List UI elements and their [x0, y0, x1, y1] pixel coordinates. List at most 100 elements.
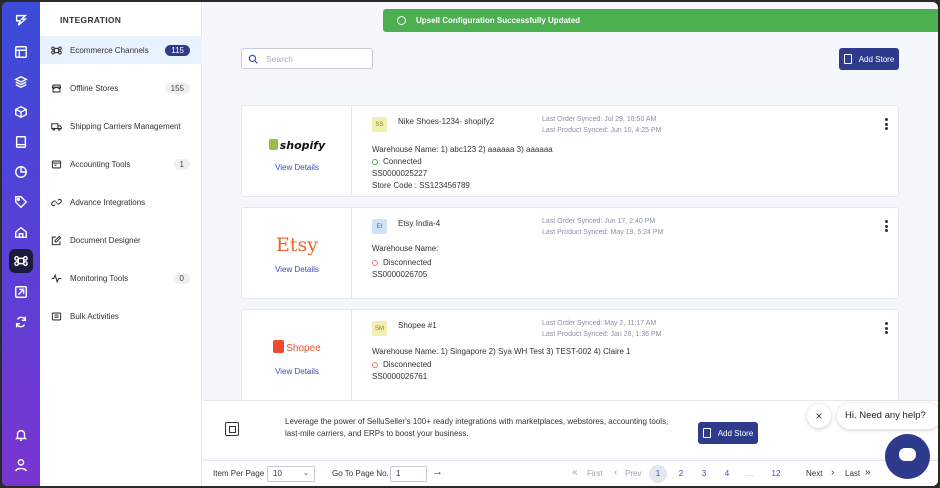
- connection-status: Connected: [372, 157, 422, 166]
- add-store-button[interactable]: Add Store: [839, 48, 899, 70]
- last-product-synced: Last Product Synced: May 19, 5:24 PM: [542, 229, 664, 236]
- document-icon: [702, 428, 711, 438]
- home-icon[interactable]: [9, 220, 33, 244]
- sidebar-item-accounting-tools[interactable]: Accounting Tools 1: [40, 150, 202, 178]
- store-card: Etsy View Details EI Etsy India-4 Last O…: [241, 207, 899, 299]
- tag-icon[interactable]: [9, 190, 33, 214]
- store-avatar: EI: [372, 219, 387, 234]
- dashboard-icon[interactable]: [9, 40, 33, 64]
- first-page-button[interactable]: First: [587, 469, 603, 478]
- logo-cell: shopify View Details: [242, 106, 352, 196]
- prev-page-icon[interactable]: ‹: [614, 467, 617, 478]
- store-name: Shopee #1: [398, 321, 437, 330]
- logo-cell: Etsy View Details: [242, 208, 352, 298]
- last-page-icon[interactable]: »: [865, 467, 871, 478]
- app-window: INTEGRATION Ecommerce Channels 115 Offli…: [2, 2, 938, 486]
- search-input[interactable]: [266, 53, 366, 64]
- more-options-icon[interactable]: [885, 220, 888, 234]
- etsy-logo: Etsy: [276, 234, 318, 256]
- page-number[interactable]: 12: [767, 465, 785, 483]
- count-badge: 115: [165, 44, 190, 56]
- status-dot-icon: [372, 361, 378, 368]
- store-avatar: SM: [372, 321, 387, 336]
- more-options-icon[interactable]: [885, 118, 888, 132]
- chat-close-button[interactable]: ×: [807, 404, 831, 428]
- banner-add-store-button[interactable]: Add Store: [698, 422, 758, 444]
- success-toast: Upsell Configuration Successfully Update…: [383, 9, 938, 32]
- sidebar-item-label: Accounting Tools: [70, 159, 131, 169]
- last-page-button[interactable]: Last: [845, 469, 860, 478]
- app-logo-icon[interactable]: [9, 8, 33, 32]
- store-card: Shopee View Details SM Shopee #1 Last Or…: [241, 309, 899, 401]
- store-id: SS0000025227: [372, 169, 428, 178]
- status-text: Connected: [383, 157, 422, 166]
- page-number[interactable]: 2: [672, 465, 690, 483]
- sidebar-item-document-designer[interactable]: Document Designer: [40, 226, 202, 254]
- view-details-link[interactable]: View Details: [242, 163, 352, 172]
- pagination-bar: Item Per Page 10 ⌄ Go To Page No. 1 → « F…: [203, 460, 938, 486]
- banner-text: Leverage the power of SelluSeller's 100+…: [285, 417, 669, 438]
- box-icon[interactable]: [9, 100, 33, 124]
- accounting-icon: [51, 160, 62, 168]
- banner-add-store-label: Add Store: [717, 428, 754, 438]
- chat-greeting[interactable]: Hi. Need any help?: [837, 403, 938, 429]
- sync-icon[interactable]: [9, 310, 33, 334]
- bell-icon[interactable]: [9, 423, 33, 447]
- command-icon: [51, 46, 62, 54]
- next-page-button[interactable]: Next: [806, 469, 822, 478]
- integration-command-icon[interactable]: [9, 249, 33, 273]
- pie-chart-icon[interactable]: [9, 160, 33, 184]
- shopee-logo: Shopee: [242, 340, 352, 354]
- search-box[interactable]: [241, 48, 373, 69]
- shopify-logo: shopify: [242, 139, 352, 152]
- view-details-link[interactable]: View Details: [242, 367, 352, 376]
- go-to-page-input[interactable]: 1: [390, 466, 427, 482]
- sidebar-item-label: Ecommerce Channels: [70, 45, 149, 55]
- chat-launcher-icon[interactable]: [885, 434, 930, 479]
- add-store-label: Add Store: [858, 54, 895, 64]
- check-circle-icon: [397, 16, 406, 25]
- go-arrow-icon[interactable]: →: [432, 466, 443, 478]
- more-options-icon[interactable]: [885, 322, 888, 336]
- sidebar-item-label: Monitoring Tools: [70, 273, 129, 283]
- export-icon[interactable]: [9, 280, 33, 304]
- store-card: shopify View Details SS Nike Shoes-1234-…: [241, 105, 899, 197]
- view-details-link[interactable]: View Details: [242, 265, 352, 274]
- book-icon[interactable]: [9, 130, 33, 154]
- layers-icon[interactable]: [9, 70, 33, 94]
- status-dot-icon: [372, 158, 378, 165]
- sidebar-item-ecommerce-channels[interactable]: Ecommerce Channels 115: [40, 36, 202, 64]
- next-page-icon[interactable]: ›: [831, 467, 834, 478]
- shopee-logo-text: Shopee: [286, 343, 321, 354]
- main-content: Upsell Configuration Successfully Update…: [203, 2, 938, 486]
- last-product-synced: Last Product Synced: Jan 26, 1:36 PM: [542, 331, 662, 338]
- store-name: Etsy India-4: [398, 219, 441, 228]
- store-code: Store Code : SS123456789: [372, 181, 470, 190]
- sidebar-item-advance-integrations[interactable]: Advance Integrations: [40, 188, 202, 216]
- store-avatar: SS: [372, 117, 387, 132]
- link-icon: [51, 198, 62, 206]
- page-number[interactable]: 3: [695, 465, 713, 483]
- sidebar-item-shipping-carriers[interactable]: Shipping Carriers Management: [40, 112, 202, 140]
- sidebar-item-offline-stores[interactable]: Offline Stores 155: [40, 74, 202, 102]
- sidebar-item-monitoring-tools[interactable]: Monitoring Tools 0: [40, 264, 202, 292]
- warehouse-name: Warehouse Name: 1) abc123 2) aaaaaa 3) a…: [372, 145, 553, 154]
- items-per-page-select[interactable]: 10 ⌄: [267, 466, 315, 482]
- sidebar-item-label: Offline Stores: [70, 83, 119, 93]
- pulse-icon: [51, 273, 62, 283]
- user-icon[interactable]: [9, 453, 33, 477]
- store-id: SS0000026705: [372, 270, 428, 279]
- sidebar-item-bulk-activities[interactable]: Bulk Activities: [40, 302, 202, 330]
- store-icon: [51, 84, 62, 92]
- store-list: shopify View Details SS Nike Shoes-1234-…: [241, 105, 899, 401]
- page-number[interactable]: 4: [718, 465, 736, 483]
- first-page-icon[interactable]: «: [572, 467, 578, 478]
- sidebar-item-label: Shipping Carriers Management: [70, 121, 181, 131]
- page-number-current[interactable]: 1: [649, 465, 667, 483]
- prev-page-button[interactable]: Prev: [625, 469, 641, 478]
- bulk-icon: [51, 312, 62, 320]
- sidebar-item-label: Bulk Activities: [70, 311, 119, 321]
- warehouse-name: Warehouse Name: 1) Singapore 2) Sya WH T…: [372, 347, 631, 356]
- sidebar-title: INTEGRATION: [60, 15, 122, 25]
- last-order-synced: Last Order Synced: Jun 17, 2:40 PM: [542, 218, 656, 225]
